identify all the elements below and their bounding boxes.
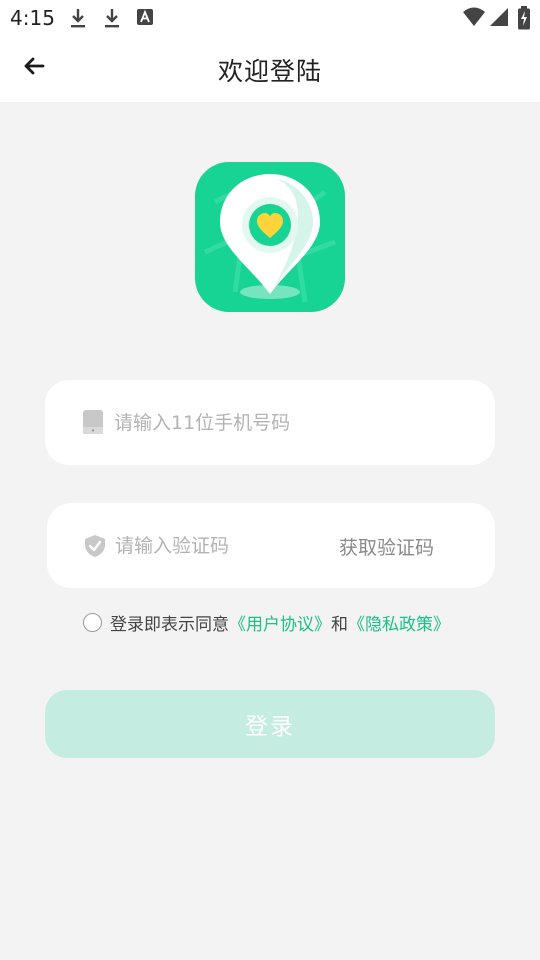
shield-check-icon xyxy=(84,534,106,558)
download-icon xyxy=(68,7,88,29)
phone-number-input[interactable] xyxy=(114,408,474,438)
agreement-row: 登录即表示同意 《用户协议》 和 《隐私政策》 xyxy=(83,610,450,635)
get-code-button[interactable]: 获取验证码 xyxy=(339,533,434,560)
code-input-card: 获取验证码 xyxy=(47,503,495,588)
wifi-icon xyxy=(462,6,486,28)
battery-charging-icon xyxy=(517,6,531,30)
page-title: 欢迎登陆 xyxy=(217,57,322,86)
phone-icon xyxy=(83,410,105,434)
text-a-icon xyxy=(136,7,156,29)
location-pin-heart-icon xyxy=(203,174,336,303)
agreement-text: 登录即表示同意 xyxy=(110,614,229,635)
phone-input-card xyxy=(45,380,495,465)
agreement-checkbox[interactable] xyxy=(83,612,102,632)
status-time: 4:15 xyxy=(10,6,55,30)
signal-icon xyxy=(488,6,510,28)
login-button[interactable]: 登录 xyxy=(45,690,495,758)
status-bar: 4:15 xyxy=(0,0,540,36)
verification-code-input[interactable] xyxy=(115,531,325,561)
user-agreement-link[interactable]: 《用户协议》 xyxy=(229,610,331,635)
privacy-policy-link[interactable]: 《隐私政策》 xyxy=(348,610,450,635)
download-icon xyxy=(102,7,122,29)
app-logo xyxy=(195,162,345,312)
app-bar: 欢迎登陆 xyxy=(0,36,540,102)
agreement-conjunction: 和 xyxy=(331,614,348,635)
